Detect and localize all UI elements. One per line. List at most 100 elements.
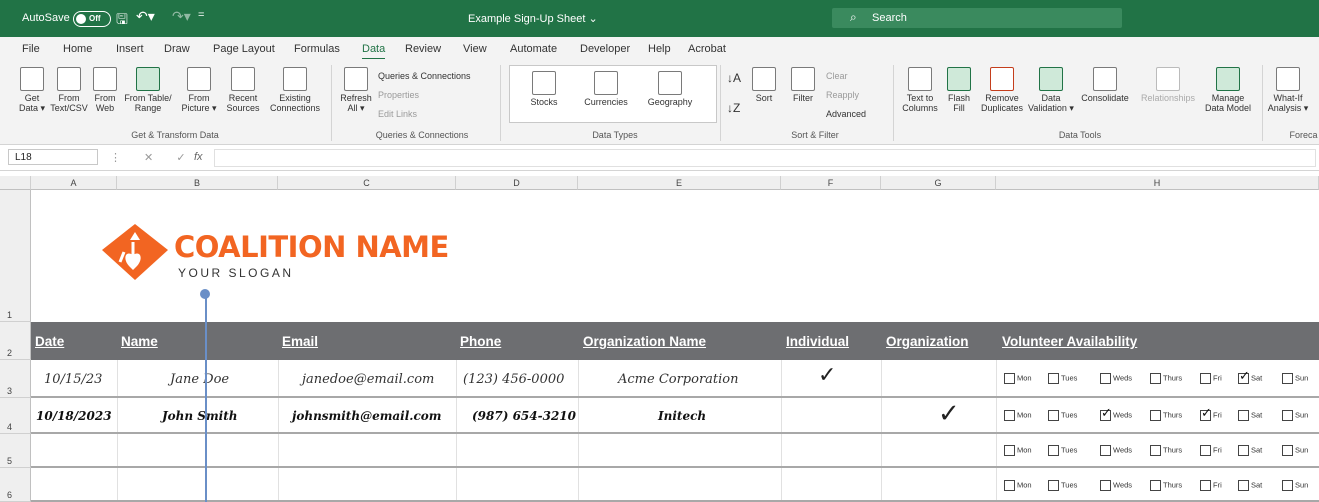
checkbox-fri[interactable] — [1200, 373, 1211, 384]
availability-sun[interactable]: Sun — [1282, 410, 1308, 421]
availability-tues[interactable]: Tues — [1048, 480, 1077, 491]
header-organization[interactable]: Organization — [886, 334, 969, 349]
tab-formulas[interactable]: Formulas — [294, 43, 340, 55]
availability-sun[interactable]: Sun — [1282, 373, 1308, 384]
checkbox-sat[interactable] — [1238, 445, 1249, 456]
tab-help[interactable]: Help — [648, 43, 671, 55]
from-web-button[interactable]: From Web — [90, 67, 120, 113]
checkbox-mon[interactable] — [1004, 410, 1015, 421]
availability-fri[interactable]: Fri — [1200, 445, 1222, 456]
availability-tues[interactable]: Tues — [1048, 410, 1077, 421]
cell-phone[interactable]: (987) 654-3210 — [472, 409, 576, 423]
column-header-e[interactable]: E — [578, 176, 781, 190]
cell-organization-name[interactable]: Acme Corporation — [618, 372, 739, 387]
availability-mon[interactable]: Mon — [1004, 410, 1032, 421]
properties-button[interactable]: Properties — [378, 90, 419, 100]
existing-connections-button[interactable]: Existing Connections — [266, 67, 324, 113]
checkbox-weds[interactable] — [1100, 480, 1111, 491]
checkbox-thurs[interactable] — [1150, 410, 1161, 421]
redo-icon[interactable]: ↷▾ — [172, 8, 191, 25]
availability-sun[interactable]: Sun — [1282, 480, 1308, 491]
availability-weds[interactable]: Weds — [1100, 445, 1132, 456]
row-header-4[interactable]: 4 — [0, 398, 31, 434]
checkbox-sat[interactable] — [1238, 368, 1250, 384]
cell-name[interactable]: Jane Doe — [170, 372, 229, 387]
from-table-range-button[interactable]: From Table/Range — [122, 67, 174, 113]
header-volunteer-availability[interactable]: Volunteer Availability — [1002, 334, 1137, 349]
column-header-a[interactable]: A — [31, 176, 117, 190]
checkbox-weds[interactable] — [1100, 405, 1112, 421]
remove-duplicates-button[interactable]: Remove Duplicates — [976, 67, 1028, 113]
checkbox-thurs[interactable] — [1150, 445, 1161, 456]
availability-fri[interactable]: Fri — [1200, 405, 1222, 421]
tab-draw[interactable]: Draw — [164, 43, 190, 55]
tab-view[interactable]: View — [463, 43, 487, 55]
checkbox-weds[interactable] — [1100, 373, 1111, 384]
tab-file[interactable]: File — [22, 43, 40, 55]
column-header-f[interactable]: F — [781, 176, 881, 190]
availability-sat[interactable]: Sat — [1238, 410, 1262, 421]
availability-thurs[interactable]: Thurs — [1150, 445, 1182, 456]
tab-home[interactable]: Home — [63, 43, 92, 55]
data-validation-button[interactable]: Data Validation ▾ — [1026, 67, 1076, 113]
availability-tues[interactable]: Tues — [1048, 373, 1077, 384]
currencies-button[interactable]: Currencies — [580, 71, 632, 107]
checkbox-fri[interactable] — [1200, 405, 1212, 421]
availability-weds[interactable]: Weds — [1100, 373, 1132, 384]
tab-acrobat[interactable]: Acrobat — [688, 43, 726, 55]
availability-weds[interactable]: Weds — [1100, 405, 1132, 421]
fx-icon[interactable]: fx — [194, 151, 203, 163]
queries-connections-button[interactable]: Queries & Connections — [378, 71, 471, 81]
flash-fill-button[interactable]: Flash Fill — [944, 67, 974, 113]
undo-icon[interactable]: ↶▾ — [136, 8, 155, 25]
column-header-h[interactable]: H — [996, 176, 1319, 190]
cell-email[interactable]: johnsmith@email.com — [292, 409, 441, 423]
customize-toolbar-icon[interactable]: = — [198, 9, 204, 21]
checkbox-sun[interactable] — [1282, 373, 1293, 384]
checkbox-mon[interactable] — [1004, 373, 1015, 384]
availability-fri[interactable]: Fri — [1200, 373, 1222, 384]
recent-sources-button[interactable]: Recent Sources — [222, 67, 264, 113]
checkbox-sun[interactable] — [1282, 410, 1293, 421]
checkbox-mon[interactable] — [1004, 445, 1015, 456]
filter-button[interactable]: Filter — [786, 67, 820, 103]
cell-date[interactable]: 10/18/2023 — [36, 409, 112, 423]
checkbox-tues[interactable] — [1048, 373, 1059, 384]
search-box[interactable]: ⌕ Search — [832, 8, 1122, 28]
checkbox-sun[interactable] — [1282, 445, 1293, 456]
tab-automate[interactable]: Automate — [510, 43, 557, 55]
from-text-csv-button[interactable]: From Text/CSV — [50, 67, 88, 113]
autosave-toggle[interactable]: Off — [73, 11, 111, 27]
availability-thurs[interactable]: Thurs — [1150, 410, 1182, 421]
checkbox-tues[interactable] — [1048, 445, 1059, 456]
row-header-6[interactable]: 6 — [0, 468, 31, 502]
availability-mon[interactable]: Mon — [1004, 480, 1032, 491]
cell-email[interactable]: janedoe@email.com — [302, 372, 434, 387]
refresh-all-button[interactable]: Refresh All ▾ — [338, 67, 374, 113]
availability-sat[interactable]: Sat — [1238, 368, 1262, 384]
save-icon[interactable]: 🖫 — [116, 9, 128, 33]
availability-mon[interactable]: Mon — [1004, 373, 1032, 384]
column-header-g[interactable]: G — [881, 176, 996, 190]
tab-page-layout[interactable]: Page Layout — [213, 43, 275, 55]
availability-tues[interactable]: Tues — [1048, 445, 1077, 456]
checkbox-fri[interactable] — [1200, 445, 1211, 456]
availability-mon[interactable]: Mon — [1004, 445, 1032, 456]
tab-review[interactable]: Review — [405, 43, 441, 55]
row-header-1[interactable]: 1 — [0, 190, 31, 322]
checkbox-sun[interactable] — [1282, 480, 1293, 491]
header-email[interactable]: Email — [282, 334, 318, 349]
header-individual[interactable]: Individual — [786, 334, 849, 349]
cell-organization-name[interactable]: Initech — [658, 409, 706, 423]
checkbox-tues[interactable] — [1048, 480, 1059, 491]
from-picture-button[interactable]: From Picture ▾ — [176, 67, 222, 113]
checkbox-thurs[interactable] — [1150, 480, 1161, 491]
cell-name[interactable]: John Smith — [162, 409, 238, 423]
sort-az-icon[interactable]: ↓A — [727, 71, 741, 85]
edit-links-button[interactable]: Edit Links — [378, 109, 417, 119]
geography-button[interactable]: Geography — [642, 71, 698, 107]
checkbox-tues[interactable] — [1048, 410, 1059, 421]
sort-button[interactable]: Sort — [748, 67, 780, 103]
header-organization-name[interactable]: Organization Name — [583, 334, 706, 349]
row-header-2[interactable]: 2 — [0, 322, 31, 360]
